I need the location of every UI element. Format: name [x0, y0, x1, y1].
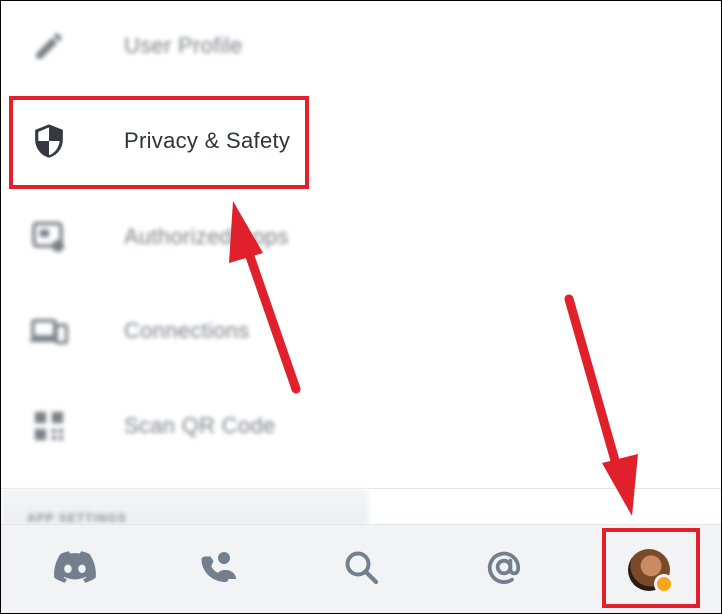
- qr-code-icon: [29, 406, 69, 446]
- status-indicator-idle: [654, 573, 674, 594]
- shield-icon: [29, 121, 69, 161]
- tab-friends[interactable]: [178, 525, 258, 613]
- tab-profile[interactable]: [609, 525, 689, 613]
- discord-icon: [54, 551, 96, 588]
- pencil-icon: [29, 26, 69, 66]
- menu-item-label: Privacy & Safety: [124, 128, 291, 153]
- menu-item-label: User Profile: [124, 33, 243, 58]
- menu-item-label: Authorized Apps: [124, 224, 289, 249]
- section-header-label: APP SETTINGS: [27, 511, 127, 525]
- devices-icon: [29, 311, 69, 351]
- avatar: [628, 548, 674, 594]
- menu-item-connections[interactable]: Connections: [1, 291, 721, 371]
- at-icon: [485, 548, 523, 591]
- menu-item-label: Connections: [124, 318, 250, 343]
- menu-item-privacy-safety[interactable]: Privacy & Safety: [1, 101, 721, 181]
- friends-icon: [198, 549, 238, 590]
- menu-item-user-profile[interactable]: User Profile: [1, 6, 721, 86]
- screenshot-frame: User Profile Privacy & Safety Authorized…: [0, 0, 722, 614]
- tab-search[interactable]: [321, 525, 401, 613]
- authorized-apps-icon: [29, 217, 69, 257]
- menu-item-label: Scan QR Code: [124, 413, 276, 438]
- menu-item-scan-qr-code[interactable]: Scan QR Code: [1, 386, 721, 466]
- menu-item-authorized-apps[interactable]: Authorized Apps: [1, 197, 721, 277]
- next-section-header: APP SETTINGS: [1, 489, 369, 525]
- tab-home[interactable]: [35, 525, 115, 613]
- bottom-tab-bar: [1, 524, 721, 613]
- tab-mentions[interactable]: [464, 525, 544, 613]
- search-icon: [343, 549, 379, 590]
